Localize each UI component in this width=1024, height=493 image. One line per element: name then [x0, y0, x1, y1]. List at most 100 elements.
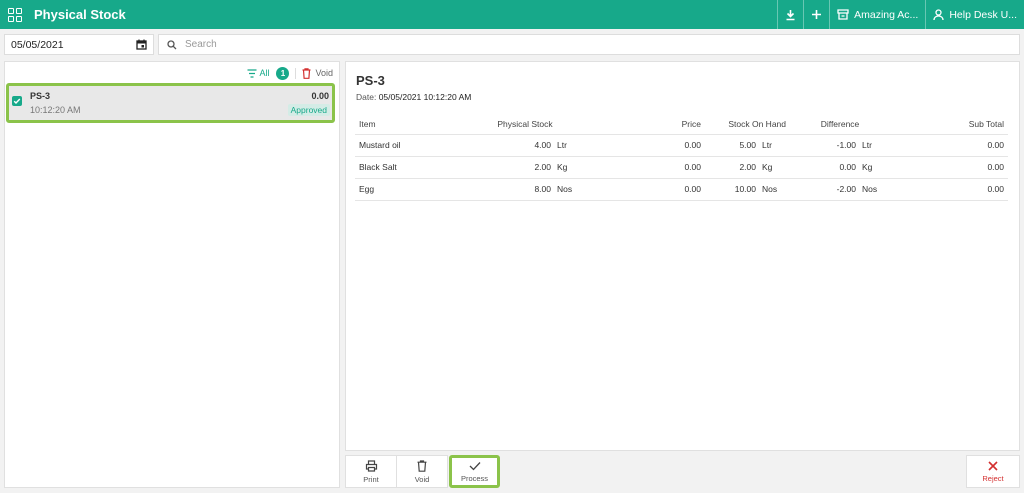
checkbox-checked[interactable]: [12, 96, 22, 106]
cell-item: Mustard oil: [355, 134, 465, 157]
cell-diff-unit: Nos: [862, 184, 878, 194]
cell-physical-value: 8.00: [534, 184, 551, 194]
search-placeholder: Search: [185, 39, 217, 50]
cell-physical-unit: Nos: [557, 184, 573, 194]
filter-count-badge: 1: [276, 66, 290, 80]
cell-physical-value: 4.00: [534, 140, 551, 150]
cell-physical-unit: Ltr: [557, 140, 567, 150]
cell-onhand-value: 10.00: [734, 184, 756, 194]
void-label: Void: [414, 474, 430, 484]
detail-title: PS-3: [356, 73, 385, 88]
apps-grid-icon[interactable]: [8, 7, 22, 22]
cell-physical-stock: 2.00 Kg: [465, 156, 585, 179]
items-table: Item Physical Stock Price Stock On Hand …: [355, 114, 1008, 201]
cell-price: 0.00: [585, 156, 705, 179]
date-value: 05/05/2021: [11, 38, 64, 51]
list-item-code: PS-3: [30, 91, 51, 101]
void-filter-button[interactable]: Void: [295, 67, 333, 79]
column-header-stock-on-hand: Stock On Hand: [705, 114, 790, 135]
cell-physical-unit: Kg: [557, 162, 568, 172]
process-label: Process: [460, 473, 489, 483]
user-icon: [933, 8, 944, 20]
download-icon: [786, 9, 795, 20]
column-header-sub-total: Sub Total: [890, 114, 1008, 135]
calendar-icon[interactable]: [136, 39, 147, 50]
download-button[interactable]: [777, 0, 803, 29]
column-header-price: Price: [585, 114, 705, 135]
list-item-time: 10:12:20 AM: [30, 105, 81, 115]
list-item[interactable]: PS-3 10:12:20 AM 0.00 Approved: [6, 83, 335, 123]
cell-physical-value: 2.00: [534, 162, 551, 172]
void-button[interactable]: Void: [396, 455, 448, 488]
store-icon: [837, 9, 849, 20]
date-field[interactable]: 05/05/2021: [4, 34, 154, 55]
cell-sub-total: 0.00: [890, 178, 1008, 201]
top-bar: Physical Stock Amazing Ac... Help Desk U…: [0, 0, 1024, 29]
cell-onhand-unit: Ltr: [762, 140, 772, 150]
trash-icon: [302, 67, 311, 79]
cell-item: Black Salt: [355, 156, 465, 179]
cell-difference: -2.00 Nos: [790, 178, 890, 201]
filter-all-label: All: [259, 68, 270, 78]
trash-icon: [417, 459, 427, 472]
print-label: Print: [363, 474, 379, 484]
reject-label: Reject: [982, 473, 1004, 483]
void-filter-label: Void: [315, 68, 333, 78]
check-icon: [13, 98, 21, 105]
company-label: Amazing Ac...: [854, 8, 919, 21]
cell-diff-unit: Kg: [862, 162, 873, 172]
table-row[interactable]: Egg 8.00 Nos 0.00 10.00 Nos -2.00 Nos 0.00: [355, 178, 1008, 201]
cell-onhand-unit: Kg: [762, 162, 773, 172]
column-header-physical-stock: Physical Stock: [465, 114, 585, 135]
detail-date-value: 05/05/2021 10:12:20 AM: [378, 92, 472, 102]
table-header-row: Item Physical Stock Price Stock On Hand …: [355, 114, 1008, 135]
cell-onhand-value: 5.00: [739, 140, 756, 150]
column-header-difference: Difference: [790, 114, 890, 135]
process-button[interactable]: Process: [449, 455, 500, 488]
cell-onhand-unit: Nos: [762, 184, 778, 194]
check-icon: [469, 461, 480, 470]
detail-date: Date: 05/05/2021 10:12:20 AM: [356, 92, 471, 102]
column-header-item: Item: [355, 114, 465, 135]
user-label: Help Desk U...: [949, 8, 1017, 21]
cell-stock-on-hand: 10.00 Nos: [705, 178, 790, 201]
cell-physical-stock: 4.00 Ltr: [465, 134, 585, 157]
document-list-panel: All 1 Void PS-3 10:12:20 AM 0.00 Approve…: [4, 61, 340, 488]
filter-bar: 05/05/2021 Search: [4, 34, 1020, 55]
table-row[interactable]: Black Salt 2.00 Kg 0.00 2.00 Kg 0.00 Kg 0.0…: [355, 156, 1008, 179]
reject-button[interactable]: Reject: [966, 455, 1020, 488]
cell-diff-value: 0.00: [839, 162, 856, 172]
add-button[interactable]: [803, 0, 829, 29]
cell-physical-stock: 8.00 Nos: [465, 178, 585, 201]
list-filter-header: All 1 Void: [5, 62, 339, 84]
plus-icon: [812, 10, 822, 19]
document-detail-panel: PS-3 Date: 05/05/2021 10:12:20 AM Item P…: [345, 61, 1020, 451]
page-title: Physical Stock: [34, 7, 126, 22]
cell-item: Egg: [355, 178, 465, 201]
cell-stock-on-hand: 2.00 Kg: [705, 156, 790, 179]
cell-price: 0.00: [585, 134, 705, 157]
cell-sub-total: 0.00: [890, 156, 1008, 179]
cell-onhand-value: 2.00: [739, 162, 756, 172]
detail-date-label: Date:: [356, 92, 377, 102]
list-item-amount: 0.00: [311, 91, 329, 101]
cell-sub-total: 0.00: [890, 134, 1008, 157]
cell-stock-on-hand: 5.00 Ltr: [705, 134, 790, 157]
table-row[interactable]: Mustard oil 4.00 Ltr 0.00 5.00 Ltr -1.00 Lt…: [355, 134, 1008, 157]
cell-price: 0.00: [585, 178, 705, 201]
company-selector[interactable]: Amazing Ac...: [829, 0, 925, 29]
cell-diff-value: -2.00: [836, 184, 856, 194]
cell-diff-unit: Ltr: [862, 140, 872, 150]
filter-all-button[interactable]: All: [247, 68, 272, 78]
print-button[interactable]: Print: [345, 455, 397, 488]
action-bar: Print Void Process Reject: [345, 455, 1020, 488]
search-icon: [167, 39, 177, 49]
cell-diff-value: -1.00: [836, 140, 856, 150]
cell-difference: -1.00 Ltr: [790, 134, 890, 157]
search-input[interactable]: Search: [158, 34, 1020, 55]
printer-icon: [365, 459, 377, 472]
status-badge: Approved: [287, 104, 330, 116]
close-icon: [988, 460, 998, 471]
user-menu[interactable]: Help Desk U...: [925, 0, 1024, 29]
filter-icon: [247, 68, 257, 78]
